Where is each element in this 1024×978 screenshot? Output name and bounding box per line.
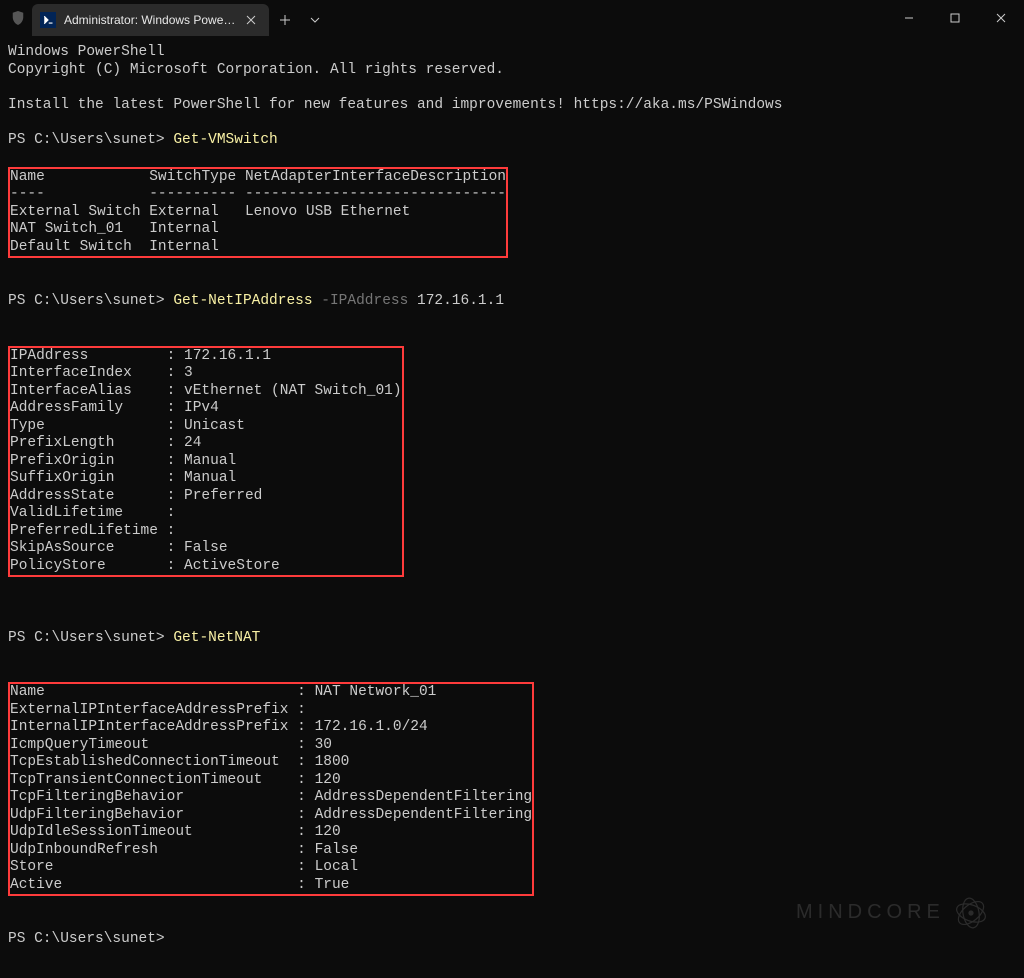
terminal-output[interactable]: Windows PowerShell Copyright (C) Microso… <box>0 36 1024 957</box>
command-1: Get-VMSwitch <box>173 132 277 148</box>
netnat-output-box: Name : NAT Network_01 ExternalIPInterfac… <box>8 682 534 896</box>
command-3: Get-NetNAT <box>173 630 260 646</box>
tab-powershell[interactable]: Administrator: Windows Powe… <box>32 4 269 36</box>
window-controls <box>886 0 1024 36</box>
table-header-netadapter: NetAdapterInterfaceDescription <box>245 169 506 185</box>
new-tab-button[interactable] <box>269 4 301 36</box>
table-header-switchtype: SwitchType <box>149 169 236 185</box>
prompt: PS C:\Users\sunet> <box>8 931 165 947</box>
table-row: Default Switch <box>10 239 132 255</box>
vmswitch-output-box: Name SwitchType NetAdapterInterfaceDescr… <box>8 167 508 259</box>
tab-title: Administrator: Windows Powe… <box>64 13 235 28</box>
command-2-param: -IPAddress <box>321 293 408 309</box>
shield-icon <box>4 11 32 25</box>
prompt: PS C:\Users\sunet> <box>8 630 165 646</box>
command-2-value: 172.16.1.1 <box>417 293 504 309</box>
table-row: External Switch <box>10 204 141 220</box>
table-row: NAT Switch_01 <box>10 221 123 237</box>
maximize-button[interactable] <box>932 0 978 36</box>
tab-dropdown-button[interactable] <box>301 4 329 36</box>
command-2: Get-NetIPAddress <box>173 293 312 309</box>
titlebar: Administrator: Windows Powe… <box>0 0 1024 36</box>
tab-close-button[interactable] <box>243 12 259 28</box>
prompt: PS C:\Users\sunet> <box>8 293 165 309</box>
close-button[interactable] <box>978 0 1024 36</box>
table-header-name: Name <box>10 169 45 185</box>
header-line2: Copyright (C) Microsoft Corporation. All… <box>8 62 504 78</box>
powershell-icon <box>40 12 56 28</box>
minimize-button[interactable] <box>886 0 932 36</box>
prompt: PS C:\Users\sunet> <box>8 132 165 148</box>
header-line1: Windows PowerShell <box>8 44 165 60</box>
ipaddress-output-box: IPAddress : 172.16.1.1 InterfaceIndex : … <box>8 346 404 578</box>
header-line3: Install the latest PowerShell for new fe… <box>8 97 782 113</box>
